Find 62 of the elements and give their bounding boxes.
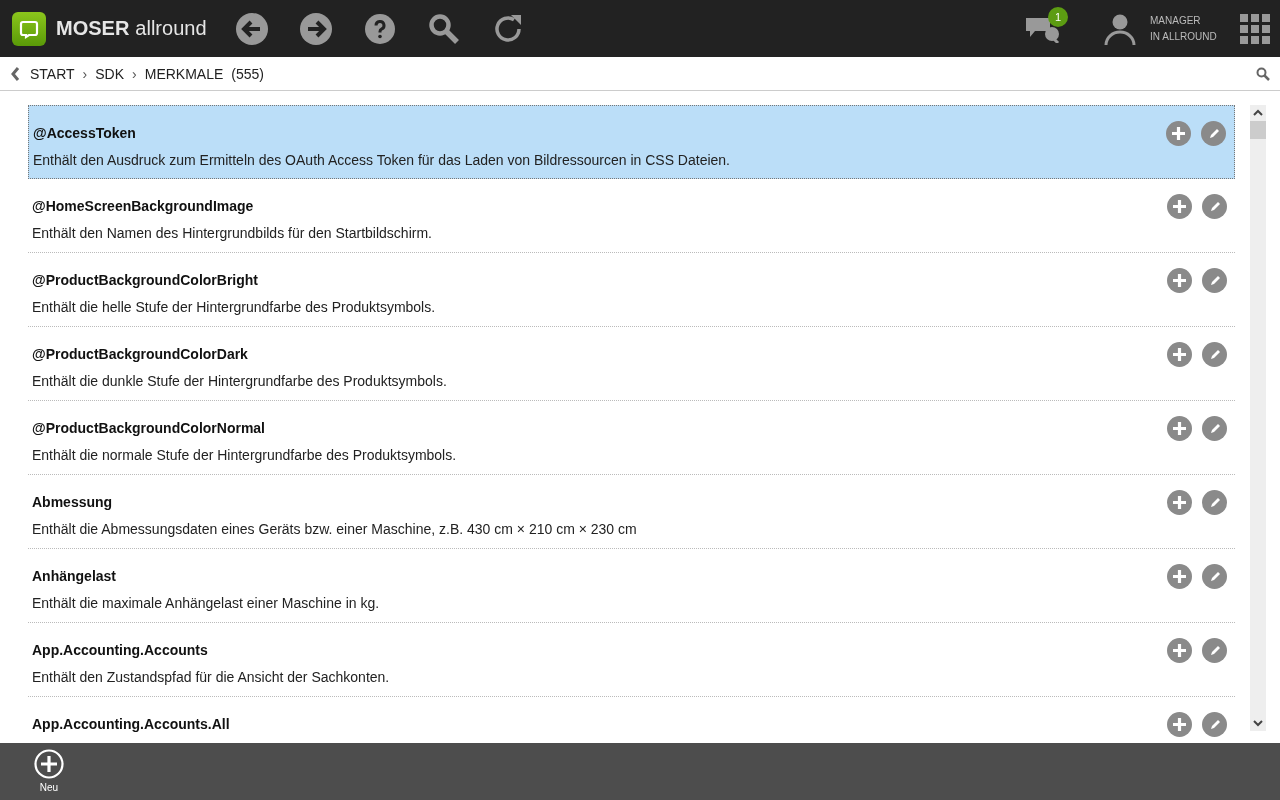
edit-pencil-icon[interactable] xyxy=(1202,342,1227,367)
add-icon[interactable] xyxy=(1167,490,1192,515)
feature-description: Enthält den Namen des Hintergrundbilds für den Startbildschirm. xyxy=(32,225,433,241)
edit-pencil-icon[interactable] xyxy=(1202,416,1227,441)
breadcrumb-link[interactable]: START xyxy=(30,65,75,82)
feature-row[interactable]: @ProductBackgroundColorNormal Enthält die normale Stufe der Hintergrundfarbe des Produktsymbols. xyxy=(28,401,1235,475)
add-icon[interactable] xyxy=(1167,342,1192,367)
feature-name: Anhängelast xyxy=(32,568,117,585)
breadcrumb-link[interactable]: MERKMALE xyxy=(144,65,224,82)
feature-name: Abmessung xyxy=(32,494,114,511)
feature-description: Enthält den Ausdruck zum Ermitteln des OAuth Access Token für das Laden von Bildressourcen in CSS Dateien. xyxy=(33,152,731,168)
apps-grid-icon[interactable] xyxy=(1240,13,1270,44)
feature-name: @AccessToken xyxy=(33,125,137,142)
feature-name: @ProductBackgroundColorDark xyxy=(32,346,249,363)
help-icon[interactable] xyxy=(364,12,396,45)
feature-row[interactable]: @HomeScreenBackgroundImage Enthält den Namen des Hintergrundbilds für den Startbildschirm. xyxy=(28,179,1235,253)
breadcrumb-separator: › xyxy=(132,65,137,82)
notification-badge: 1 xyxy=(1048,6,1068,27)
breadcrumb-link[interactable]: SDK xyxy=(95,65,125,82)
feature-row[interactable]: App.Accounting.Accounts Enthält den Zustandspfad für die Ansicht der Sachkonten. xyxy=(28,623,1235,697)
add-icon[interactable] xyxy=(1167,564,1192,589)
edit-pencil-icon[interactable] xyxy=(1202,268,1227,293)
feature-name: @ProductBackgroundColorNormal xyxy=(32,420,266,437)
scrollbar[interactable] xyxy=(1250,105,1266,731)
add-icon[interactable] xyxy=(1167,194,1192,219)
edit-pencil-icon[interactable] xyxy=(1202,638,1227,663)
feature-row[interactable]: @ProductBackgroundColorDark Enthält die dunkle Stufe der Hintergrundfarbe des Produktsymbols. xyxy=(28,327,1235,401)
edit-pencil-icon[interactable] xyxy=(1202,490,1227,515)
app-title: MOSER allround xyxy=(56,17,207,40)
feature-description: Enthält den Zustandspfad für die Ansicht der Sachkonten. xyxy=(32,669,391,685)
feature-name: App.Accounting.Accounts xyxy=(32,642,209,659)
feature-description: Enthält die helle Stufe der Hintergrundfarbe des Produktsymbols. xyxy=(32,299,437,315)
feature-description: Enthält die maximale Anhängelast einer Maschine in kg. xyxy=(32,595,381,611)
user-icon[interactable] xyxy=(1104,12,1136,45)
edit-pencil-icon[interactable] xyxy=(1201,121,1226,146)
feature-row[interactable]: Anhängelast Enthält die maximale Anhängelast einer Maschine in kg. xyxy=(28,549,1235,623)
edit-pencil-icon[interactable] xyxy=(1202,712,1227,737)
feature-description: Enthält die Abmessungsdaten eines Geräts bzw. einer Maschine, z.B. 430 cm × 210 cm × 230 cm xyxy=(32,521,638,537)
feature-name: @ProductBackgroundColorBright xyxy=(32,272,259,289)
feature-name: @HomeScreenBackgroundImage xyxy=(32,198,255,215)
scrollbar-thumb[interactable] xyxy=(1250,121,1266,139)
feature-row[interactable]: @ProductBackgroundColorBright Enthält die helle Stufe der Hintergrundfarbe des Produktsymbols. xyxy=(28,253,1235,327)
back-chevron-icon[interactable] xyxy=(10,66,20,81)
breadcrumb-separator: › xyxy=(82,65,88,82)
feature-description: Enthält die normale Stufe der Hintergrundfarbe des Produktsymbols. xyxy=(32,447,458,463)
add-icon[interactable] xyxy=(1167,712,1192,737)
edit-pencil-icon[interactable] xyxy=(1202,564,1227,589)
search-icon[interactable] xyxy=(428,12,460,45)
feature-row[interactable]: Abmessung Enthält die Abmessungsdaten eines Geräts bzw. einer Maschine, z.B. 430 cm × 210 cm × 230 cm xyxy=(28,475,1235,549)
feature-name: App.Accounting.Accounts.All xyxy=(32,716,231,733)
add-icon[interactable] xyxy=(1167,268,1192,293)
feature-description: Enthält die dunkle Stufe der Hintergrundfarbe des Produktsymbols. xyxy=(32,373,448,389)
search-icon[interactable] xyxy=(1256,66,1270,81)
add-icon[interactable] xyxy=(1166,121,1191,146)
edit-pencil-icon[interactable] xyxy=(1202,194,1227,219)
app-logo-icon[interactable] xyxy=(12,11,46,46)
refresh-icon[interactable] xyxy=(492,12,524,45)
user-label[interactable]: MANAGER IN ALLROUND xyxy=(1150,12,1226,45)
record-count: (555) xyxy=(231,65,264,82)
add-icon[interactable] xyxy=(1167,416,1192,441)
add-icon[interactable] xyxy=(1167,638,1192,663)
feature-row[interactable]: @AccessToken Enthält den Ausdruck zum Ermitteln des OAuth Access Token für das Laden von Bildressourcen in CSS Dateien. xyxy=(28,105,1235,179)
